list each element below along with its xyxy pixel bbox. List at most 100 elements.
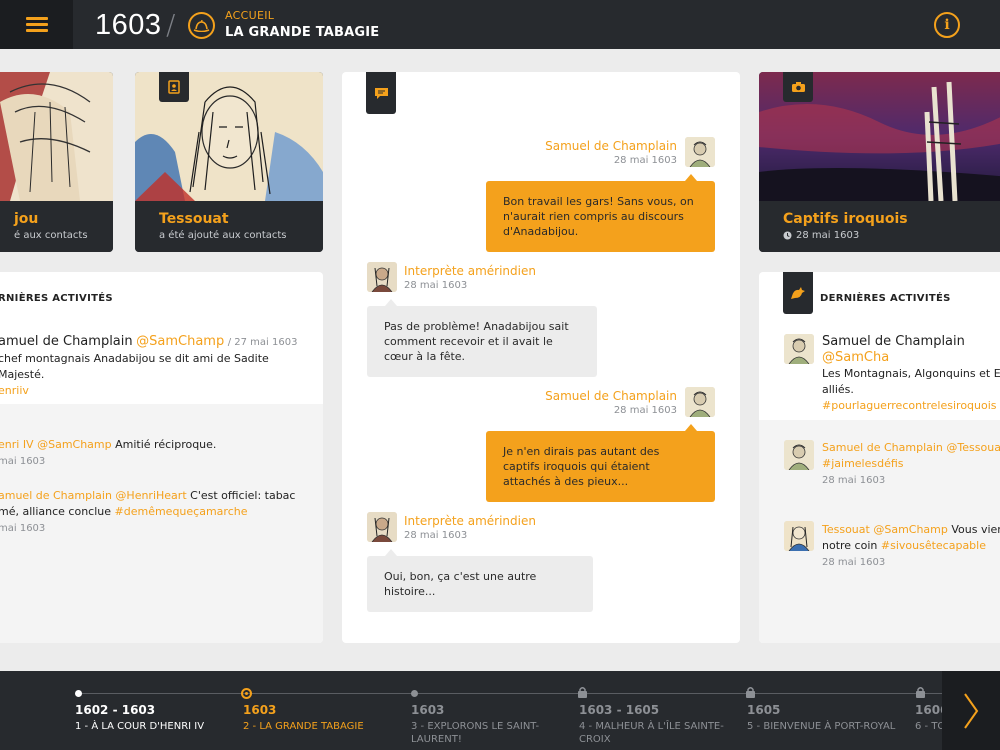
hat-icon[interactable] bbox=[188, 12, 215, 39]
page-title: LA GRANDE TABAGIE bbox=[225, 25, 380, 40]
message-author[interactable]: Interprète amérindien bbox=[404, 514, 536, 528]
chat-bubble-received: Oui, bon, ça c'est une autre histoire... bbox=[367, 549, 593, 612]
hashtag[interactable]: #jaimelesdéfis bbox=[822, 457, 904, 470]
activity-date: mai 1603 bbox=[0, 456, 46, 467]
activity-text: Vous viend bbox=[951, 523, 1000, 536]
activity-text: Les Montagnais, Algonquins et Etchem bbox=[822, 367, 1000, 380]
message-date: 28 mai 1603 bbox=[404, 280, 468, 291]
breadcrumb-home[interactable]: ACCUEIL bbox=[225, 9, 274, 22]
timeline-next-button[interactable] bbox=[942, 671, 1000, 750]
chat-bubble-sent: Bon travail les gars! Sans vous, on n'au… bbox=[486, 174, 715, 252]
author-name[interactable]: amuel de Champlain bbox=[0, 489, 112, 502]
chapter-dot-current bbox=[241, 688, 252, 699]
activity-text-cont: mé, alliance conclue bbox=[0, 505, 112, 518]
chapter-dot bbox=[75, 690, 82, 697]
author-handle[interactable]: @SamCha bbox=[822, 350, 889, 365]
activity-text: Amitié réciproque. bbox=[115, 438, 217, 451]
hashtag[interactable]: #demêmequeçamarche bbox=[115, 505, 248, 518]
message-author[interactable]: Interprète amérindien bbox=[404, 264, 536, 278]
activity-date: 28 mai 1603 bbox=[822, 557, 886, 568]
author-name[interactable]: Tessouat bbox=[822, 523, 870, 536]
activity-item[interactable]: amuel de Champlain @SamChamp / 27 mai 16… bbox=[0, 334, 318, 399]
activity-item[interactable]: Samuel de Champlain @Tessouat U #jaimele… bbox=[822, 440, 1000, 489]
hashtag[interactable]: enriiv bbox=[0, 384, 29, 397]
chapter-year: 1603 - 1605 bbox=[579, 703, 660, 717]
author-handle[interactable]: @SamChamp bbox=[873, 523, 948, 536]
top-bar: 1603 / ACCUEIL LA GRANDE TABAGIE i bbox=[0, 0, 1000, 49]
card-title: Tessouat bbox=[159, 211, 229, 227]
author-name: amuel de Champlain bbox=[0, 334, 133, 349]
chapter-label: 5 - BIENVENUE À PORT-ROYAL bbox=[747, 721, 896, 732]
bird-icon bbox=[783, 272, 813, 314]
chapter-year: 1603 bbox=[243, 703, 277, 717]
hashtag[interactable]: #sivousêtecapable bbox=[881, 539, 986, 552]
lock-icon bbox=[746, 687, 755, 698]
chat-bubble-icon bbox=[366, 72, 396, 114]
activity-text: C'est officiel: tabac bbox=[190, 489, 296, 502]
author-handle[interactable]: @SamChamp bbox=[37, 438, 112, 451]
lock-icon bbox=[578, 687, 587, 698]
chat-bubble-received: Pas de problème! Anadabijou sait comment… bbox=[367, 299, 597, 377]
author-name[interactable]: enri IV bbox=[0, 438, 34, 451]
chapter-year: 1602 - 1603 bbox=[75, 703, 156, 717]
author-handle[interactable]: @Tessouat bbox=[946, 441, 1000, 454]
author-name: Samuel de Champlain bbox=[822, 334, 965, 349]
breadcrumb-separator: / bbox=[166, 8, 176, 41]
activity-title: RNIÈRES ACTIVITÉS bbox=[0, 293, 113, 304]
author-handle[interactable]: @SamChamp bbox=[136, 334, 224, 349]
activity-date: / 27 mai 1603 bbox=[227, 337, 298, 348]
card-date: 28 mai 1603 bbox=[796, 230, 860, 241]
lock-icon bbox=[916, 687, 925, 698]
avatar-champlain[interactable] bbox=[685, 137, 715, 167]
activity-item[interactable]: Tessouat @SamChamp Vous viend notre coin… bbox=[822, 522, 1000, 571]
activity-feed-left: RNIÈRES ACTIVITÉS amuel de Champlain @Sa… bbox=[0, 272, 323, 643]
chapter-label: 1 - À LA COUR D'HENRI IV bbox=[75, 721, 205, 732]
avatar-interpreter[interactable] bbox=[367, 262, 397, 292]
avatar-champlain[interactable] bbox=[784, 440, 814, 470]
activity-text-cont: alliés. bbox=[822, 383, 854, 396]
chapter-year: 1606 bbox=[915, 703, 942, 717]
activity-date: 28 mai 1603 bbox=[822, 475, 886, 486]
activity-text-cont: notre coin bbox=[822, 539, 878, 552]
hamburger-icon bbox=[25, 14, 48, 35]
contact-card-partial[interactable]: jou é aux contacts bbox=[0, 72, 113, 252]
info-button[interactable]: i bbox=[934, 12, 960, 38]
chapter-label: 6 - TO bbox=[915, 721, 942, 732]
message-author[interactable]: Samuel de Champlain bbox=[545, 389, 677, 403]
avatar-champlain[interactable] bbox=[784, 334, 814, 364]
avatar-interpreter[interactable] bbox=[367, 512, 397, 542]
activity-date: mai 1603 bbox=[0, 523, 46, 534]
chapter-dot bbox=[411, 690, 418, 697]
activity-item[interactable]: Samuel de Champlain @SamCha Les Montagna… bbox=[822, 334, 1000, 414]
portrait-illustration bbox=[0, 72, 113, 201]
activity-title: DERNIÈRES ACTIVITÉS bbox=[820, 293, 951, 304]
author-name[interactable]: Samuel de Champlain bbox=[822, 441, 943, 454]
clock-icon bbox=[783, 231, 792, 240]
contact-card-tessouat[interactable]: Tessouat a été ajouté aux contacts bbox=[135, 72, 323, 252]
message-author[interactable]: Samuel de Champlain bbox=[545, 139, 677, 153]
chat-panel: Samuel de Champlain 28 mai 1603 Bon trav… bbox=[342, 72, 740, 643]
card-title: Captifs iroquois bbox=[783, 211, 908, 227]
chat-bubble-sent: Je n'en dirais pas autant des captifs ir… bbox=[486, 424, 715, 502]
author-handle[interactable]: @HenriHeart bbox=[115, 489, 186, 502]
chapter-label: 2 - LA GRANDE TABAGIE bbox=[243, 721, 364, 732]
camera-icon bbox=[783, 72, 813, 102]
activity-item[interactable]: enri IV @SamChamp Amitié réciproque. mai… bbox=[0, 437, 318, 470]
avatar-tessouat[interactable] bbox=[784, 521, 814, 551]
chapter-label: 4 - MALHEUR À L'ÎLE SAINTE-CROIX bbox=[579, 721, 724, 745]
hashtag[interactable]: #pourlaguerrecontrelesiroquois bbox=[822, 399, 997, 412]
menu-button[interactable] bbox=[0, 0, 73, 49]
avatar-champlain[interactable] bbox=[685, 387, 715, 417]
message-date: 28 mai 1603 bbox=[613, 155, 677, 166]
chapter-year: 1603 bbox=[411, 703, 445, 717]
card-title: jou bbox=[14, 211, 39, 227]
current-year: 1603 bbox=[95, 9, 162, 41]
chapter-year: 1605 bbox=[747, 703, 781, 717]
card-subtitle: a été ajouté aux contacts bbox=[159, 230, 287, 241]
media-card-captifs[interactable]: Captifs iroquois 28 mai 1603 bbox=[759, 72, 1000, 252]
activity-item[interactable]: amuel de Champlain @HenriHeart C'est off… bbox=[0, 488, 318, 537]
message-date: 28 mai 1603 bbox=[613, 405, 677, 416]
timeline-track bbox=[78, 693, 948, 694]
timeline-chapter-6[interactable]: 1606 6 - TO bbox=[915, 686, 942, 750]
message-date: 28 mai 1603 bbox=[404, 530, 468, 541]
